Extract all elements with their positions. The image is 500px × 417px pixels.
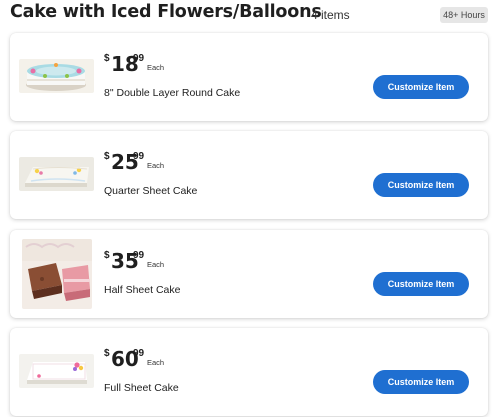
price-currency: $ (104, 53, 110, 64)
item-count: 4 items (311, 8, 350, 22)
item-name: Quarter Sheet Cake (104, 185, 198, 197)
price-currency: $ (104, 250, 110, 261)
product-image-quarter-sheet (19, 157, 94, 191)
page-title: Cake with Iced Flowers/Balloons (10, 2, 322, 22)
item-name: Half Sheet Cake (104, 284, 181, 296)
product-card: $ 18 99 Each 8" Double Layer Round Cake … (10, 33, 488, 121)
product-card: $ 35 99 Each Half Sheet Cake Customize I… (10, 230, 488, 318)
lead-time-badge: 48+ Hours (440, 7, 488, 23)
price-currency: $ (104, 348, 110, 359)
price-unit: Each (147, 260, 165, 269)
price-cents: 99 (133, 53, 145, 64)
customize-item-button[interactable]: Customize Item (373, 173, 469, 197)
price-cents: 99 (133, 348, 145, 359)
price-cents: 99 (133, 151, 145, 162)
product-card: $ 25 99 Each Quarter Sheet Cake Customiz… (10, 131, 488, 219)
customize-item-button[interactable]: Customize Item (373, 272, 469, 296)
price-unit: Each (147, 358, 165, 367)
product-card: $ 60 99 Each Full Sheet Cake Customize I… (10, 328, 488, 416)
price-unit: Each (147, 161, 165, 170)
item-name: 8" Double Layer Round Cake (104, 87, 241, 99)
product-image-half-sheet (22, 239, 92, 309)
product-image-full-sheet (19, 354, 94, 388)
price-unit: Each (147, 63, 165, 72)
price-currency: $ (104, 151, 110, 162)
customize-item-button[interactable]: Customize Item (373, 75, 469, 99)
product-image-round-cake (19, 59, 94, 93)
customize-item-button[interactable]: Customize Item (373, 370, 469, 394)
page-header: Cake with Iced Flowers/Balloons 4 items … (0, 0, 500, 28)
price-cents: 99 (133, 250, 145, 261)
item-name: Full Sheet Cake (104, 382, 179, 394)
